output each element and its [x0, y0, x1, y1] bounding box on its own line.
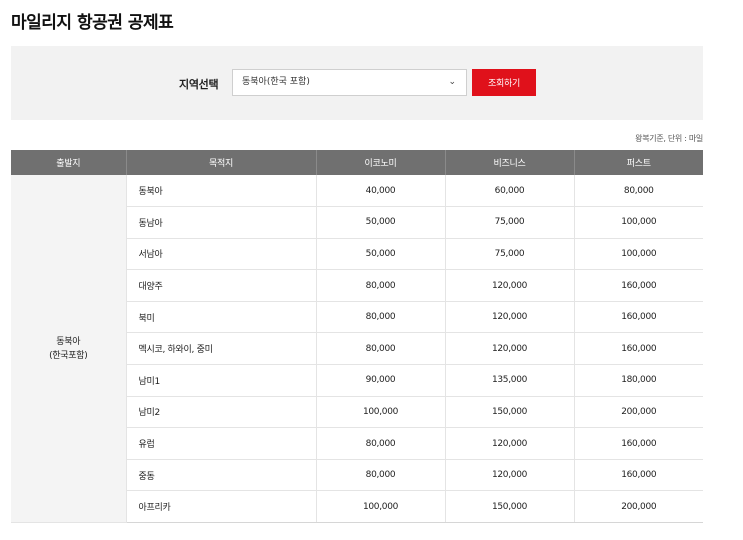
destination-cell: 남미2 — [126, 396, 317, 429]
economy-cell: 50,000 — [316, 206, 446, 239]
first-cell: 80,000 — [574, 175, 703, 208]
region-select-value: 동북아(한국 포함) — [242, 77, 310, 87]
economy-cell: 80,000 — [316, 427, 446, 460]
first-cell: 160,000 — [574, 459, 703, 492]
first-cell: 100,000 — [574, 238, 703, 271]
business-cell: 120,000 — [445, 332, 575, 366]
destination-cell: 대양주 — [126, 269, 317, 302]
region-search-panel: 지역선택 동북아(한국 포함) ⌄ 조회하기 — [11, 46, 703, 120]
economy-cell: 40,000 — [316, 175, 446, 208]
business-cell: 120,000 — [445, 459, 575, 492]
business-cell: 150,000 — [445, 490, 575, 524]
first-cell: 180,000 — [574, 364, 703, 397]
economy-cell: 100,000 — [316, 396, 446, 429]
column-header-economy: 이코노미 — [316, 150, 446, 175]
economy-cell: 80,000 — [316, 269, 446, 302]
business-cell: 75,000 — [445, 206, 575, 239]
column-header-origin: 출발지 — [11, 150, 127, 175]
business-cell: 60,000 — [445, 175, 575, 208]
destination-cell: 멕시코, 하와이, 중미 — [126, 332, 317, 366]
business-cell: 135,000 — [445, 364, 575, 397]
destination-cell: 유럽 — [126, 427, 317, 460]
economy-cell: 80,000 — [316, 459, 446, 492]
economy-cell: 90,000 — [316, 364, 446, 397]
first-cell: 160,000 — [574, 332, 703, 366]
first-cell: 160,000 — [574, 427, 703, 460]
region-select[interactable]: 동북아(한국 포함) ⌄ — [232, 69, 467, 96]
origin-note: (한국포함) — [49, 350, 88, 361]
unit-note: 왕복기준, 단위 : 마일 — [635, 134, 703, 143]
destination-cell: 중동 — [126, 459, 317, 492]
business-cell: 120,000 — [445, 269, 575, 302]
first-cell: 200,000 — [574, 396, 703, 429]
column-header-first: 퍼스트 — [574, 150, 703, 175]
economy-cell: 80,000 — [316, 301, 446, 334]
origin-name: 동북아 — [56, 336, 81, 347]
first-cell: 200,000 — [574, 490, 703, 524]
economy-cell: 50,000 — [316, 238, 446, 271]
destination-cell: 남미1 — [126, 364, 317, 397]
column-header-destination: 목적지 — [126, 150, 317, 175]
region-select-label: 지역선택 — [179, 78, 219, 91]
column-header-business: 비즈니스 — [445, 150, 575, 175]
search-button[interactable]: 조회하기 — [472, 69, 536, 96]
destination-cell: 동북아 — [126, 175, 317, 208]
table-row: 동북아 (한국포함) 동북아 40,000 60,000 80,000 — [11, 175, 703, 524]
destination-cell: 아프리카 — [126, 490, 317, 524]
first-cell: 160,000 — [574, 269, 703, 302]
business-cell: 150,000 — [445, 396, 575, 429]
first-cell: 100,000 — [574, 206, 703, 239]
first-cell: 160,000 — [574, 301, 703, 334]
page-title: 마일리지 항공권 공제표 — [11, 13, 174, 33]
table-header-row: 출발지 목적지 이코노미 비즈니스 퍼스트 — [11, 150, 703, 175]
destination-cell: 동남아 — [126, 206, 317, 239]
destination-cell: 서남아 — [126, 238, 317, 271]
destination-cell: 북미 — [126, 301, 317, 334]
economy-cell: 80,000 — [316, 332, 446, 366]
mileage-fare-table: 출발지 목적지 이코노미 비즈니스 퍼스트 동북아 (한국포함) 동북아 40,… — [11, 150, 703, 524]
business-cell: 120,000 — [445, 427, 575, 460]
business-cell: 120,000 — [445, 301, 575, 334]
economy-cell: 100,000 — [316, 490, 446, 524]
business-cell: 75,000 — [445, 238, 575, 271]
origin-cell: 동북아 (한국포함) — [11, 175, 127, 524]
chevron-down-icon: ⌄ — [448, 77, 456, 87]
